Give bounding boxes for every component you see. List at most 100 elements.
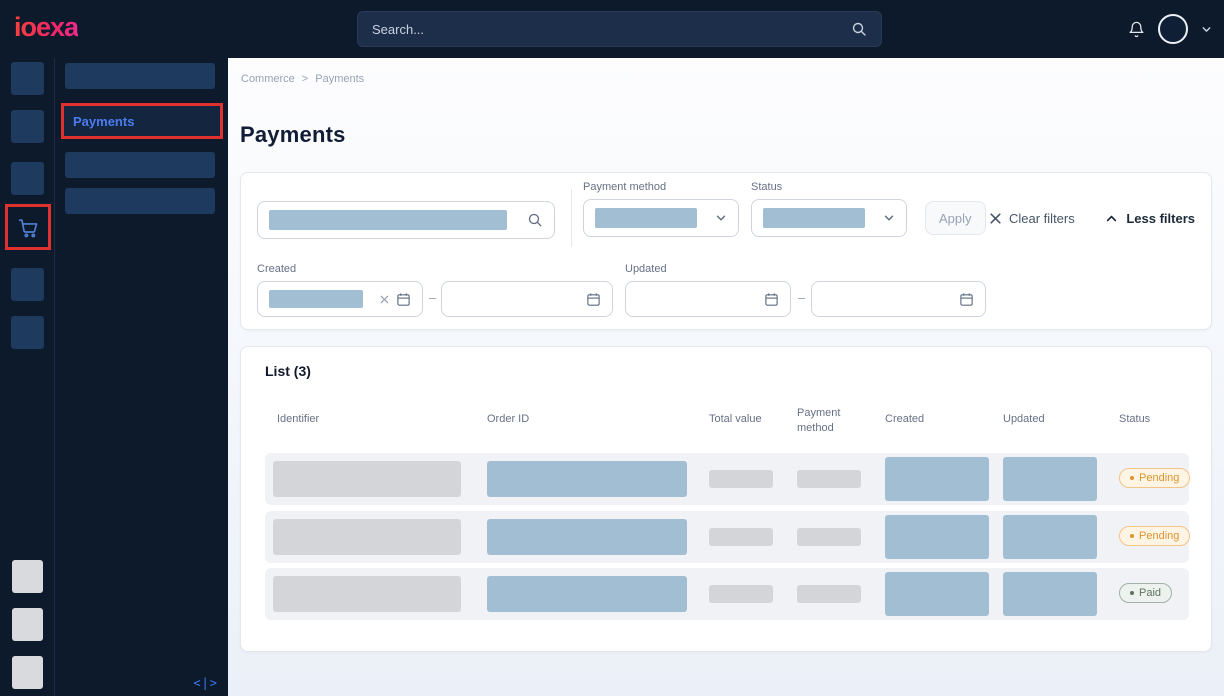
page-title: Payments xyxy=(240,122,346,148)
chevron-up-icon xyxy=(1105,212,1118,225)
sidebar-collapse-icon[interactable]: <|> xyxy=(193,676,218,690)
search-icon xyxy=(851,21,867,37)
sidebar-panel: Payments <|> xyxy=(56,58,228,696)
chevron-down-icon xyxy=(715,212,727,224)
status-label: Pending xyxy=(1139,472,1179,484)
sidebar-rail xyxy=(0,58,55,696)
filter-search-input[interactable] xyxy=(257,201,555,239)
cell-payment-method-redacted xyxy=(797,528,861,546)
rail-item-commerce-annotated[interactable] xyxy=(5,204,51,250)
clear-filters-button[interactable]: Clear filters xyxy=(989,201,1075,235)
column-payment-method: Payment method xyxy=(797,406,849,436)
created-filter-label: Created xyxy=(257,263,296,275)
breadcrumb-item-commerce[interactable]: Commerce xyxy=(241,73,295,85)
created-from-redacted-value xyxy=(269,290,363,308)
created-from-date-input[interactable] xyxy=(257,281,423,317)
column-identifier: Identifier xyxy=(277,413,319,425)
cell-order-id-redacted xyxy=(487,461,687,497)
notifications-bell-icon[interactable] xyxy=(1128,21,1145,38)
rail-item-redacted[interactable] xyxy=(11,268,44,301)
table-header: Identifier Order ID Total value Payment … xyxy=(265,399,1189,443)
filter-search-redacted-value xyxy=(269,210,507,230)
global-search[interactable] xyxy=(357,11,882,47)
cell-total-value-redacted xyxy=(709,528,773,546)
column-created: Created xyxy=(885,413,924,425)
app-window: ioexa xyxy=(0,0,1224,696)
status-label: Paid xyxy=(1139,587,1161,599)
column-updated: Updated xyxy=(1003,413,1045,425)
table-row[interactable]: Pending xyxy=(265,511,1189,563)
status-badge: Paid xyxy=(1119,583,1172,603)
cell-identifier-redacted xyxy=(273,519,461,555)
main-content: Commerce > Payments Payments Payment met… xyxy=(228,58,1224,696)
rail-item-redacted-bottom[interactable] xyxy=(12,560,43,593)
cell-payment-method-redacted xyxy=(797,585,861,603)
rail-item-redacted-bottom[interactable] xyxy=(12,656,43,689)
user-menu-chevron-down-icon[interactable] xyxy=(1201,24,1212,35)
payment-method-label: Payment method xyxy=(583,181,666,193)
payment-method-redacted-value xyxy=(595,208,697,228)
less-filters-button[interactable]: Less filters xyxy=(1105,201,1195,235)
list-title: List (3) xyxy=(265,363,311,379)
status-select[interactable] xyxy=(751,199,907,237)
cell-identifier-redacted xyxy=(273,461,461,497)
cell-order-id-redacted xyxy=(487,576,687,612)
rail-item-redacted-bottom[interactable] xyxy=(12,608,43,641)
rail-item-redacted[interactable] xyxy=(11,162,44,195)
clear-date-icon[interactable] xyxy=(379,294,390,305)
cell-total-value-redacted xyxy=(709,470,773,488)
status-dot-icon xyxy=(1130,476,1134,480)
updated-to-date-input[interactable] xyxy=(811,281,986,317)
sidebar-item-redacted[interactable] xyxy=(65,63,215,89)
cell-updated-redacted xyxy=(1003,457,1097,501)
status-badge: Pending xyxy=(1119,468,1190,488)
sidebar-item-payments-annotated[interactable]: Payments xyxy=(61,103,223,139)
sidebar-item-redacted[interactable] xyxy=(65,188,215,214)
column-status: Status xyxy=(1119,413,1150,425)
calendar-icon[interactable] xyxy=(959,292,974,307)
table-row[interactable]: Pending xyxy=(265,453,1189,505)
cell-created-redacted xyxy=(885,457,989,501)
chevron-down-icon xyxy=(883,212,895,224)
cell-updated-redacted xyxy=(1003,515,1097,559)
filter-divider xyxy=(571,189,572,247)
payment-method-select[interactable] xyxy=(583,199,739,237)
calendar-icon[interactable] xyxy=(764,292,779,307)
rail-item-redacted[interactable] xyxy=(11,62,44,95)
apply-button[interactable]: Apply xyxy=(925,201,986,235)
less-filters-label: Less filters xyxy=(1126,211,1195,226)
cell-identifier-redacted xyxy=(273,576,461,612)
calendar-icon[interactable] xyxy=(396,292,411,307)
rail-item-redacted[interactable] xyxy=(11,316,44,349)
status-redacted-value xyxy=(763,208,865,228)
sidebar-item-redacted[interactable] xyxy=(65,152,215,178)
status-label: Pending xyxy=(1139,530,1179,542)
breadcrumb: Commerce > Payments xyxy=(241,73,364,85)
sidebar-item-payments-label: Payments xyxy=(73,114,134,129)
status-filter-label: Status xyxy=(751,181,782,193)
column-order-id: Order ID xyxy=(487,413,529,425)
close-icon xyxy=(989,212,1002,225)
status-dot-icon xyxy=(1130,534,1134,538)
app-logo[interactable]: ioexa xyxy=(14,12,78,43)
search-icon xyxy=(527,212,543,228)
status-badge: Pending xyxy=(1119,526,1190,546)
topbar-actions xyxy=(1128,0,1212,58)
cell-total-value-redacted xyxy=(709,585,773,603)
calendar-icon[interactable] xyxy=(586,292,601,307)
status-dot-icon xyxy=(1130,591,1134,595)
cart-icon xyxy=(16,215,41,240)
table-row[interactable]: Paid xyxy=(265,568,1189,620)
breadcrumb-item-payments[interactable]: Payments xyxy=(315,73,364,85)
date-range-separator: – xyxy=(798,290,805,305)
updated-from-date-input[interactable] xyxy=(625,281,791,317)
user-avatar[interactable] xyxy=(1158,14,1188,44)
created-to-date-input[interactable] xyxy=(441,281,613,317)
cell-payment-method-redacted xyxy=(797,470,861,488)
global-search-input[interactable] xyxy=(372,22,851,37)
date-range-separator: – xyxy=(429,290,436,305)
clear-filters-label: Clear filters xyxy=(1009,211,1075,226)
filters-card: Payment method Status Apply Clear fil xyxy=(240,172,1212,330)
updated-filter-label: Updated xyxy=(625,263,667,275)
rail-item-redacted[interactable] xyxy=(11,110,44,143)
